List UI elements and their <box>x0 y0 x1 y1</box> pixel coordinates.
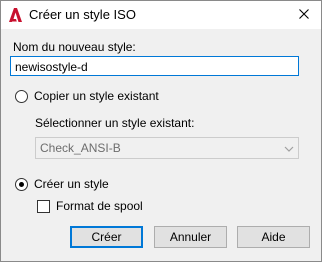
create-style-radio[interactable] <box>15 177 28 191</box>
select-existing-label: Sélectionner un style existant: <box>35 116 195 130</box>
create-style-option[interactable]: Créer un style <box>15 177 109 191</box>
create-style-label: Créer un style <box>34 177 109 191</box>
spool-format-label: Format de spool <box>56 199 143 213</box>
copy-existing-label: Copier un style existant <box>34 89 159 103</box>
create-iso-style-dialog: Créer un style ISO Nom du nouveau style:… <box>0 0 322 262</box>
existing-style-select[interactable]: Check_ANSI-B <box>35 137 299 159</box>
spool-format-option[interactable]: Format de spool <box>37 199 143 213</box>
autocad-a-icon <box>7 7 23 23</box>
close-icon <box>299 9 309 19</box>
cancel-button[interactable]: Annuler <box>154 226 227 248</box>
dialog-body: Nom du nouveau style: Copier un style ex… <box>1 29 321 261</box>
create-button[interactable]: Créer <box>70 226 143 248</box>
window-title: Créer un style ISO <box>29 7 136 22</box>
title-bar[interactable]: Créer un style ISO <box>1 1 321 29</box>
spool-format-checkbox[interactable] <box>37 199 50 213</box>
existing-style-select-value: Check_ANSI-B <box>40 141 121 155</box>
copy-existing-option[interactable]: Copier un style existant <box>15 89 159 103</box>
close-button[interactable] <box>291 3 317 25</box>
help-button[interactable]: Aide <box>237 226 310 248</box>
copy-existing-radio[interactable] <box>15 89 28 103</box>
style-name-input[interactable] <box>10 56 299 76</box>
chevron-down-icon <box>284 143 294 153</box>
style-name-label: Nom du nouveau style: <box>13 40 136 54</box>
